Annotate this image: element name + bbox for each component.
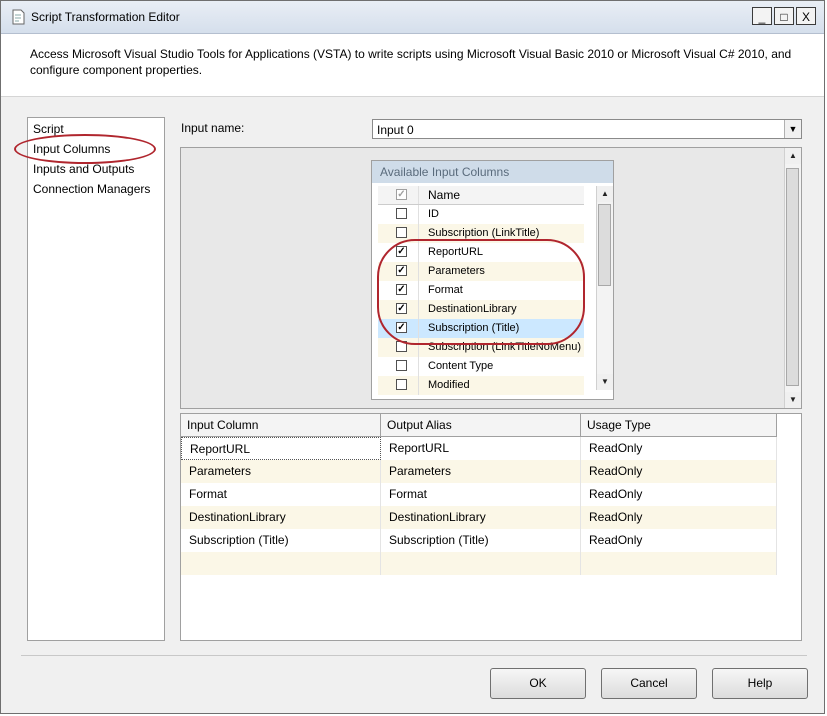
input-column-cell[interactable]: Parameters <box>181 460 381 483</box>
available-column-row[interactable]: Modified <box>378 376 584 395</box>
mapping-row[interactable]: ReportURL ReportURL ReadOnly <box>181 437 777 460</box>
column-name: Content Type <box>428 360 494 372</box>
footer-divider <box>21 655 807 656</box>
ok-button[interactable]: OK <box>490 668 586 699</box>
arrow-down-icon[interactable]: ▼ <box>785 392 801 408</box>
input-name-value: Input 0 <box>377 123 414 137</box>
input-column-cell[interactable]: Subscription (Title) <box>181 529 381 552</box>
input-column-cell[interactable]: DestinationLibrary <box>181 506 381 529</box>
nav-item-inputs-and-outputs[interactable]: Inputs and Outputs <box>33 162 134 176</box>
available-columns-title: Available Input Columns <box>372 161 613 183</box>
panel-scrollbar[interactable]: ▲ ▼ <box>784 148 801 408</box>
column-divider <box>418 376 419 395</box>
column-divider <box>418 205 419 224</box>
usage-type-cell[interactable]: ReadOnly <box>581 437 777 460</box>
description-text: Access Microsoft Visual Studio Tools for… <box>30 47 792 77</box>
mapping-row[interactable]: Parameters Parameters ReadOnly <box>181 460 777 483</box>
header-usage-type[interactable]: Usage Type <box>581 414 777 437</box>
panel-scrollbar-thumb[interactable] <box>786 168 799 386</box>
script-transformation-editor-window: Script Transformation Editor _ □ X Acces… <box>0 0 825 714</box>
available-column-row[interactable]: ID <box>378 205 584 224</box>
chevron-down-icon[interactable]: ▼ <box>784 120 801 138</box>
navigation-list: Script Input Columns Inputs and Outputs … <box>27 117 165 641</box>
usage-type-cell[interactable]: ReadOnly <box>581 483 777 506</box>
select-all-checkbox[interactable]: ✓ <box>396 189 407 200</box>
usage-type-cell[interactable]: ReadOnly <box>581 460 777 483</box>
window-title: Script Transformation Editor <box>31 10 180 24</box>
output-alias-cell[interactable]: ReportURL <box>381 437 581 460</box>
mapping-row[interactable]: Subscription (Title) Subscription (Title)… <box>181 529 777 552</box>
available-columns-scrollbar[interactable]: ▲ ▼ <box>596 186 613 390</box>
mapping-row[interactable]: DestinationLibrary DestinationLibrary Read… <box>181 506 777 529</box>
mapping-row[interactable]: Format Format ReadOnly <box>181 483 777 506</box>
available-column-row[interactable]: Content Type <box>378 357 584 376</box>
name-column-header: Name <box>428 188 461 202</box>
available-columns-scrollbar-thumb[interactable] <box>598 204 611 286</box>
minimize-button[interactable]: _ <box>752 7 772 25</box>
output-alias-cell[interactable]: Parameters <box>381 460 581 483</box>
arrow-up-icon[interactable]: ▲ <box>785 148 801 164</box>
available-columns-header: ✓ Name <box>378 186 584 205</box>
checkbox-unchecked[interactable] <box>396 227 407 238</box>
input-column-cell[interactable] <box>181 552 381 575</box>
title-bar[interactable]: Script Transformation Editor _ □ X <box>1 1 824 34</box>
output-alias-cell[interactable]: Subscription (Title) <box>381 529 581 552</box>
column-name: Modified <box>428 379 470 391</box>
maximize-button[interactable]: □ <box>774 7 794 25</box>
input-column-cell[interactable]: Format <box>181 483 381 506</box>
header-input-column[interactable]: Input Column <box>181 414 381 437</box>
usage-type-cell[interactable]: ReadOnly <box>581 529 777 552</box>
checkbox-unchecked[interactable] <box>396 360 407 371</box>
column-divider <box>418 186 419 204</box>
arrow-up-icon[interactable]: ▲ <box>597 186 613 202</box>
output-alias-cell[interactable]: Format <box>381 483 581 506</box>
mapping-row[interactable] <box>181 552 777 575</box>
input-name-label: Input name: <box>181 121 245 135</box>
output-alias-cell[interactable]: DestinationLibrary <box>381 506 581 529</box>
annotation-circle-nav <box>14 134 156 164</box>
description-area: Access Microsoft Visual Studio Tools for… <box>1 34 824 97</box>
arrow-down-icon[interactable]: ▼ <box>597 374 613 390</box>
checkbox-unchecked[interactable] <box>396 208 407 219</box>
usage-type-cell[interactable]: ReadOnly <box>581 506 777 529</box>
column-divider <box>418 357 419 376</box>
cancel-button[interactable]: Cancel <box>601 668 697 699</box>
column-name: Subscription (LinkTitle) <box>428 227 540 239</box>
annotation-circle-columns <box>377 239 585 345</box>
close-button[interactable]: X <box>796 7 816 25</box>
nav-item-script[interactable]: Script <box>33 122 64 136</box>
header-output-alias[interactable]: Output Alias <box>381 414 581 437</box>
output-alias-cell[interactable] <box>381 552 581 575</box>
input-column-cell[interactable]: ReportURL <box>181 437 381 460</box>
help-button[interactable]: Help <box>712 668 808 699</box>
checkbox-unchecked[interactable] <box>396 379 407 390</box>
app-icon <box>12 9 25 25</box>
column-name: ID <box>428 208 439 220</box>
input-column-mapping-grid: Input Column Output Alias Usage Type Rep… <box>180 413 802 641</box>
nav-item-connection-managers[interactable]: Connection Managers <box>33 182 150 196</box>
input-name-dropdown[interactable]: Input 0 ▼ <box>372 119 802 139</box>
usage-type-cell[interactable] <box>581 552 777 575</box>
